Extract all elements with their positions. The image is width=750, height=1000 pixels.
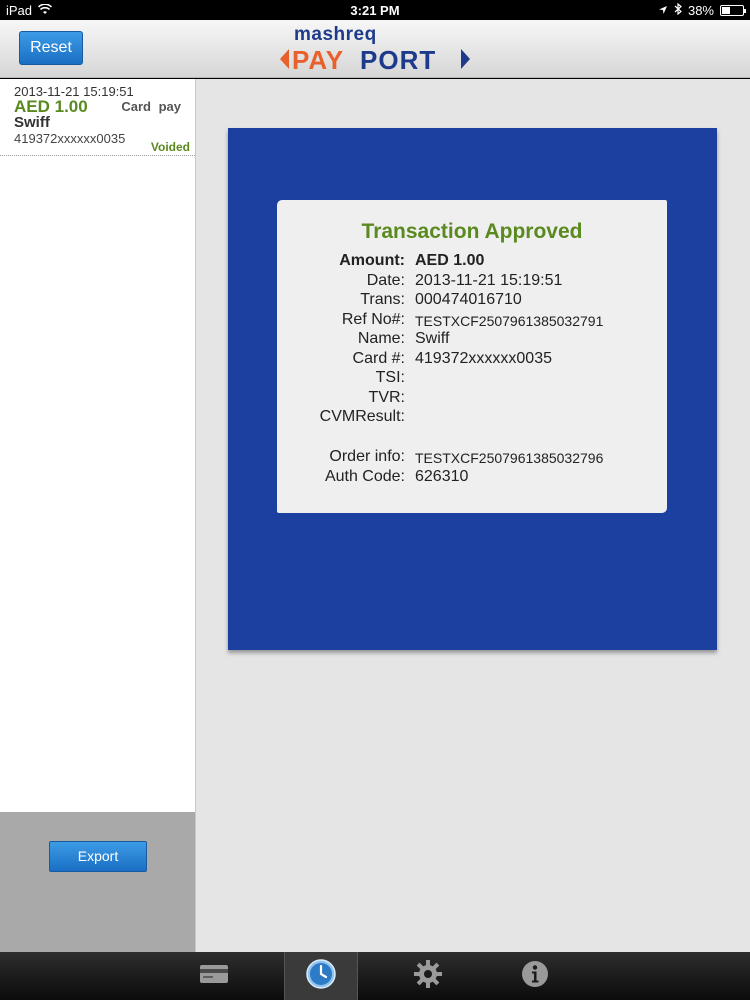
list-item[interactable]: 2013-11-21 15:19:51 AED 1.00 Card pay Sw… <box>0 79 195 156</box>
date-label: Date: <box>366 272 405 289</box>
tab-payment[interactable] <box>177 952 251 1000</box>
order-label: Order info: <box>329 448 405 465</box>
status-bar: iPad 3:21 PM 38% <box>0 0 750 20</box>
logo-payport-mark: PAY PORT <box>280 45 470 74</box>
bluetooth-icon <box>674 2 682 18</box>
receipt-card: Transaction Approved Amount: AED 1.00 Da… <box>277 200 667 513</box>
logo-mashreq-text: mashreq <box>294 24 377 45</box>
receipt-row-tvr: TVR: <box>277 389 667 409</box>
card-icon <box>199 963 229 990</box>
app-header: Reset mashreq PAY PORT <box>0 20 750 78</box>
payport-logo: mashreq PAY PORT <box>280 24 470 76</box>
list-footer: Export <box>0 812 196 952</box>
tsi-label: TSI: <box>375 369 405 386</box>
export-button[interactable]: Export <box>49 841 147 872</box>
trans-label: Trans: <box>360 291 405 308</box>
name-value: Swiff <box>415 330 450 347</box>
card-label: Card #: <box>352 350 405 367</box>
order-value: TESTXCF2507961385032796 <box>415 450 604 466</box>
reset-button[interactable]: Reset <box>19 31 83 65</box>
location-icon <box>658 3 668 18</box>
detail-area: Transaction Approved Amount: AED 1.00 Da… <box>196 79 750 952</box>
tx-card-number: 419372xxxxxx0035 <box>14 131 126 146</box>
receipt-row-date: Date: 2013-11-21 15:19:51 <box>277 272 667 292</box>
receipt-row-trans: Trans: 000474016710 <box>277 291 667 311</box>
receipt-row-ref: Ref No#: TESTXCF2507961385032791 <box>277 311 667 331</box>
status-time: 3:21 PM <box>350 3 400 18</box>
receipt-title: Transaction Approved <box>361 220 583 243</box>
ref-label: Ref No#: <box>341 311 405 328</box>
tab-info[interactable] <box>498 952 572 1000</box>
date-value: 2013-11-21 15:19:51 <box>415 272 563 289</box>
receipt-row-auth: Auth Code: 626310 <box>277 468 667 488</box>
info-icon <box>520 959 550 994</box>
receipt-row-tsi: TSI: <box>277 369 667 389</box>
card-value: 419372xxxxxx0035 <box>415 350 552 367</box>
svg-text:PORT: PORT <box>360 45 436 74</box>
tab-bar <box>0 952 750 1000</box>
amount-value: AED 1.00 <box>415 252 485 269</box>
transaction-list: 2013-11-21 15:19:51 AED 1.00 Card pay Sw… <box>0 79 196 812</box>
receipt-row-amount: Amount: AED 1.00 <box>277 252 667 272</box>
tx-name: Swiff <box>14 114 50 131</box>
auth-value: 626310 <box>415 468 469 485</box>
battery-percent: 38% <box>687 3 714 18</box>
tvr-label: TVR: <box>368 389 405 406</box>
receipt-row-order: Order info: TESTXCF2507961385032796 <box>277 448 667 468</box>
tab-history[interactable] <box>284 952 358 1000</box>
gear-icon <box>413 959 443 994</box>
auth-label: Auth Code: <box>324 468 405 485</box>
clock-icon <box>305 958 337 995</box>
receipt-row-cvm: CVMResult: <box>277 408 667 428</box>
receipt-panel: Transaction Approved Amount: AED 1.00 Da… <box>228 128 717 650</box>
tx-status-badge: Voided <box>150 140 190 154</box>
amount-label: Amount: <box>339 252 405 269</box>
tx-type: Card pay <box>121 99 181 114</box>
tab-settings[interactable] <box>391 952 465 1000</box>
trans-value: 000474016710 <box>415 291 522 308</box>
cvm-label: CVMResult: <box>319 408 405 425</box>
battery-icon <box>720 5 746 16</box>
name-label: Name: <box>357 330 405 347</box>
ref-value: TESTXCF2507961385032791 <box>415 313 604 329</box>
svg-text:PAY: PAY <box>292 45 344 74</box>
receipt-row-name: Name: Swiff <box>277 330 667 350</box>
receipt-row-card: Card #: 419372xxxxxx0035 <box>277 350 667 370</box>
